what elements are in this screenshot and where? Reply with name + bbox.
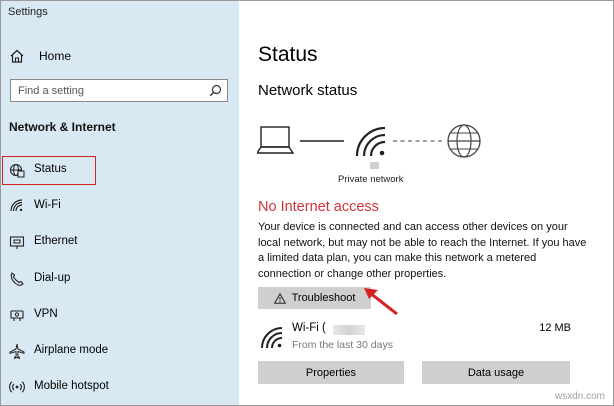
ethernet-icon (9, 236, 25, 249)
vpn-icon (10, 310, 24, 321)
sidebar-item-vpn[interactable]: VPN (1, 301, 239, 329)
wifi-icon (10, 199, 23, 212)
sidebar-item-ethernet[interactable]: Ethernet (1, 228, 239, 256)
sidebar-item-mobile-hotspot[interactable]: Mobile hotspot (1, 373, 239, 401)
watermark: wsxdn.com (554, 391, 605, 402)
hotspot-icon (9, 381, 25, 393)
data-used-value: 12 MB (539, 322, 571, 334)
connection-period: From the last 30 days (292, 339, 393, 351)
window-title: Settings (8, 6, 48, 18)
sidebar-item-label: Mobile hotspot (34, 380, 109, 392)
troubleshoot-label: Troubleshoot (291, 292, 356, 304)
globe-icon (447, 124, 481, 158)
page-title: Status (258, 43, 318, 66)
troubleshoot-button[interactable]: Troubleshoot (258, 287, 371, 309)
sidebar: Settings Home Network & Internet (1, 1, 239, 405)
private-network-label: Private network (338, 174, 404, 185)
home-icon (10, 49, 24, 63)
search-icon[interactable] (209, 84, 222, 97)
status-description: Your device is connected and can access … (258, 221, 587, 280)
wifi-connection-icon (261, 327, 283, 349)
status-highlight-box (2, 156, 96, 185)
dialup-icon (10, 272, 24, 286)
sidebar-item-label: Airplane mode (34, 344, 109, 356)
search-box[interactable] (10, 79, 228, 102)
warning-icon (273, 292, 286, 304)
sidebar-item-label: Wi-Fi (34, 199, 61, 211)
search-input[interactable] (18, 83, 198, 98)
sidebar-item-airplane-mode[interactable]: Airplane mode (1, 337, 239, 365)
home-nav-item[interactable]: Home (9, 46, 229, 66)
wifi-icon (355, 126, 386, 157)
properties-button[interactable]: Properties (258, 361, 404, 384)
sidebar-item-label: Dial-up (34, 272, 71, 284)
main-content: Status Network status Private network No… (239, 1, 613, 405)
sidebar-item-wifi[interactable]: Wi-Fi (1, 192, 239, 220)
sidebar-item-dialup[interactable]: Dial-up (1, 265, 239, 293)
red-arrow-annotation (364, 288, 398, 316)
settings-window: Settings Home Network & Internet (0, 0, 614, 406)
airplane-icon (9, 343, 25, 359)
no-internet-alert: No Internet access (258, 199, 379, 215)
connection-name: Wi-Fi ( (292, 322, 326, 334)
data-usage-button[interactable]: Data usage (422, 361, 570, 384)
redacted-ssid (333, 325, 365, 335)
sidebar-item-label: Ethernet (34, 235, 78, 247)
sidebar-item-label: VPN (34, 308, 58, 320)
network-status-heading: Network status (258, 82, 358, 99)
home-label: Home (39, 49, 72, 63)
section-heading: Network & Internet (9, 120, 116, 134)
laptop-icon (257, 126, 295, 154)
